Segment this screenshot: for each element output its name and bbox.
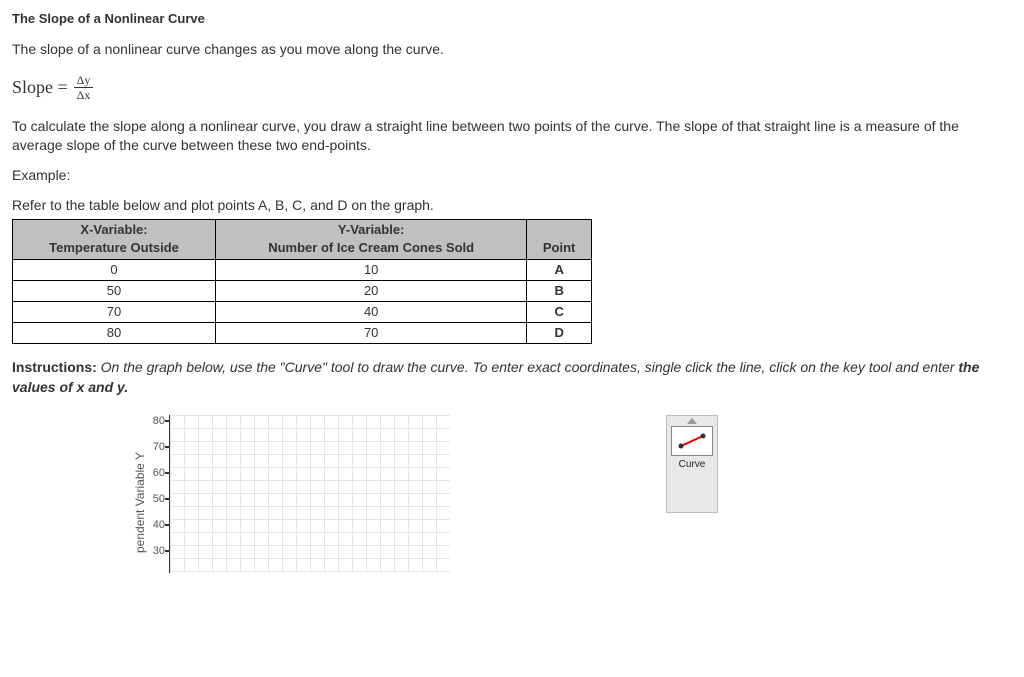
instructions-lead: Instructions: [12, 359, 97, 375]
instructions-body: On the graph below, use the "Curve" tool… [97, 359, 959, 375]
table-row: 80 70 D [13, 323, 592, 344]
page-title: The Slope of a Nonlinear Curve [12, 10, 1012, 28]
tool-panel: Curve [666, 415, 718, 513]
curve-tool-label: Curve [679, 458, 706, 472]
intro-text: The slope of a nonlinear curve changes a… [12, 40, 1012, 60]
col-y-bottom: Number of Ice Cream Cones Sold [222, 239, 520, 257]
scroll-up-icon[interactable] [687, 418, 697, 424]
y-tick-mark [165, 472, 170, 474]
cell-y: 40 [216, 301, 527, 322]
y-axis-label: pendent Variable Y [132, 433, 149, 573]
formula-fraction: Δy Δx [74, 74, 94, 101]
graph-area: pendent Variable Y 80 70 60 50 40 30 [12, 415, 660, 573]
y-tick: 70 [153, 441, 165, 467]
slope-formula: Slope = Δy Δx [12, 74, 1012, 101]
cell-x: 0 [13, 259, 216, 280]
cell-y: 70 [216, 323, 527, 344]
cell-x: 80 [13, 323, 216, 344]
y-tick-mark [165, 498, 170, 500]
chart-box: 80 70 60 50 40 30 [153, 415, 450, 573]
example-label: Example: [12, 166, 1012, 186]
y-tick: 50 [153, 493, 165, 519]
formula-numerator: Δy [74, 74, 94, 88]
col-x-bottom: Temperature Outside [19, 239, 209, 257]
col-point-header: Point [527, 220, 592, 259]
cell-point: C [527, 301, 592, 322]
col-y-top: Y-Variable: [222, 221, 520, 239]
y-tick: 80 [153, 415, 165, 441]
cell-y: 10 [216, 259, 527, 280]
table-row: 50 20 B [13, 280, 592, 301]
data-table: X-Variable: Temperature Outside Y-Variab… [12, 219, 592, 344]
table-row: 70 40 C [13, 301, 592, 322]
col-x-header: X-Variable: Temperature Outside [13, 220, 216, 259]
cell-x: 70 [13, 301, 216, 322]
y-tick: 40 [153, 519, 165, 545]
workspace: pendent Variable Y 80 70 60 50 40 30 [12, 415, 1012, 573]
y-tick-mark [165, 550, 170, 552]
curve-icon [677, 432, 707, 450]
y-tick: 30 [153, 545, 165, 571]
plot-canvas[interactable] [169, 415, 450, 573]
table-row: 0 10 A [13, 259, 592, 280]
y-tick: 60 [153, 467, 165, 493]
cell-x: 50 [13, 280, 216, 301]
curve-tool-button[interactable] [671, 426, 713, 456]
col-y-header: Y-Variable: Number of Ice Cream Cones So… [216, 220, 527, 259]
instructions: Instructions: On the graph below, use th… [12, 358, 1012, 397]
y-tick-mark [165, 524, 170, 526]
formula-lhs: Slope = [12, 75, 68, 100]
formula-denominator: Δx [74, 88, 94, 101]
y-ticks: 80 70 60 50 40 30 [153, 415, 169, 571]
explanation-text: To calculate the slope along a nonlinear… [12, 117, 1012, 156]
y-tick-mark [165, 420, 170, 422]
y-tick-mark [165, 446, 170, 448]
cell-point: D [527, 323, 592, 344]
cell-point: B [527, 280, 592, 301]
cell-y: 20 [216, 280, 527, 301]
table-intro: Refer to the table below and plot points… [12, 196, 1012, 216]
col-x-top: X-Variable: [19, 221, 209, 239]
cell-point: A [527, 259, 592, 280]
